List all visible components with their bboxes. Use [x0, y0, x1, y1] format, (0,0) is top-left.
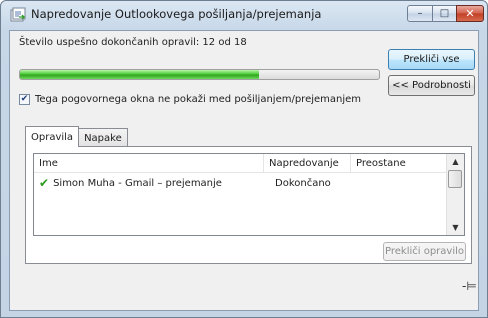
tab-errors[interactable]: Napake	[78, 128, 128, 147]
close-icon: ✕	[465, 7, 475, 20]
column-header-progress[interactable]: Napredovanje	[264, 154, 351, 172]
cancel-all-button[interactable]: Prekliči vse	[388, 49, 475, 70]
close-button[interactable]: ✕	[456, 5, 484, 22]
scroll-down-icon[interactable]: ▼	[447, 220, 464, 235]
hide-dialog-checkbox[interactable]: ✔	[19, 94, 30, 105]
send-receive-progress-window: Napredovanje Outlookovega pošiljanja/pre…	[0, 0, 488, 318]
tab-tasks[interactable]: Opravila	[25, 126, 80, 147]
cancel-task-button[interactable]: Prekliči opravilo	[383, 242, 466, 261]
task-name-cell: ✔ Simon Muha - Gmail – prejemanje	[39, 175, 222, 191]
vertical-scrollbar[interactable]: ▲ ▼	[446, 154, 464, 235]
maximize-button[interactable]: □	[432, 5, 457, 22]
details-button[interactable]: << Podrobnosti	[388, 75, 475, 96]
send-receive-icon	[10, 7, 26, 22]
hide-dialog-option[interactable]: ✔ Tega pogovornega okna ne pokaži med po…	[19, 94, 361, 105]
maximize-icon: □	[439, 7, 450, 19]
task-list[interactable]: Ime Napredovanje Preostane ✔ Simon Muha …	[33, 153, 465, 236]
minimize-button[interactable]: –	[407, 5, 433, 22]
tab-strip: Opravila Napake	[25, 126, 128, 147]
checkmark-icon: ✔	[39, 176, 50, 190]
tasks-panel: Ime Napredovanje Preostane ✔ Simon Muha …	[25, 146, 472, 264]
table-row[interactable]: ✔ Simon Muha - Gmail – prejemanje Dokonč…	[34, 175, 447, 191]
task-progress: Dokončano	[275, 177, 331, 189]
pin-icon[interactable]: -⊨	[462, 279, 477, 293]
window-title: Napredovanje Outlookovega pošiljanja/pre…	[31, 7, 322, 21]
scroll-up-icon[interactable]: ▲	[447, 154, 464, 169]
title-bar[interactable]: Napredovanje Outlookovega pošiljanja/pre…	[1, 1, 487, 28]
checkbox-check-icon: ✔	[20, 94, 29, 104]
dialog-body: Število uspešno dokončanih opravil: 12 o…	[9, 30, 479, 311]
hide-dialog-label: Tega pogovornega okna ne pokaži med poši…	[35, 94, 362, 105]
scroll-thumb[interactable]	[448, 170, 462, 188]
column-header-remaining[interactable]: Preostane	[351, 154, 447, 172]
progress-fill	[20, 70, 260, 79]
list-header: Ime Napredovanje Preostane	[34, 154, 447, 173]
column-header-name[interactable]: Ime	[34, 154, 264, 172]
task-name: Simon Muha - Gmail – prejemanje	[53, 177, 222, 189]
completed-count-text: Število uspešno dokončanih opravil: 12 o…	[19, 37, 247, 48]
overall-progress-bar	[19, 69, 380, 80]
minimize-icon: –	[417, 7, 423, 19]
